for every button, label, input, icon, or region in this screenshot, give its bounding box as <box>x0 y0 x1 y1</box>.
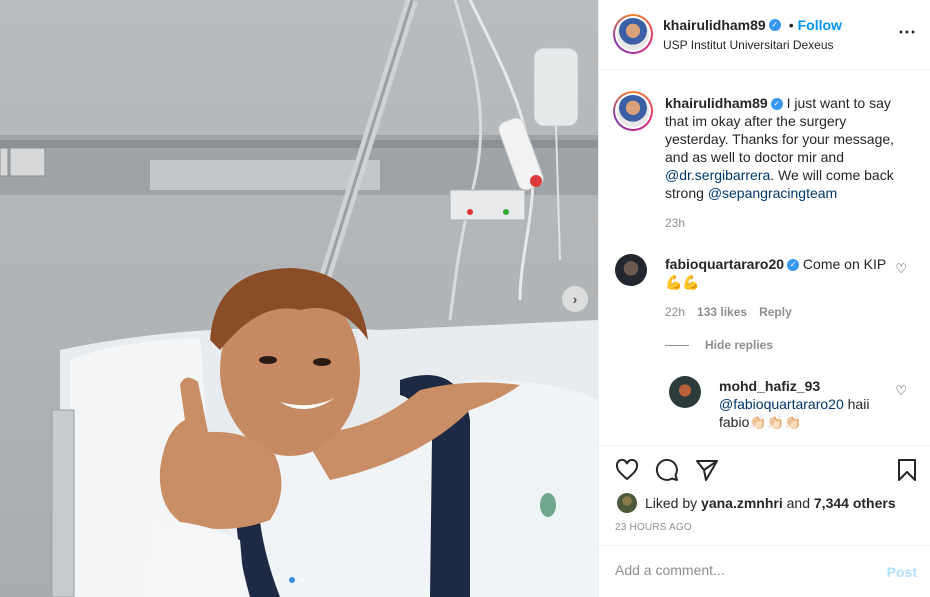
likes-others-link[interactable]: 7,344 others <box>814 495 896 511</box>
carousel-dot <box>299 577 305 583</box>
like-comment-icon[interactable]: ♡ <box>895 261 907 277</box>
likes-prefix: Liked by <box>645 495 702 511</box>
liker-username[interactable]: yana.zmnhri <box>701 495 783 511</box>
carousel-next-button[interactable]: › <box>562 286 588 312</box>
caption-username[interactable]: khairulidham89 <box>665 95 768 111</box>
comment-likes-count[interactable]: 133 likes <box>697 305 747 319</box>
commenter-avatar[interactable] <box>615 254 647 286</box>
mention-link[interactable]: @sepangracingteam <box>708 185 837 201</box>
comments-section: khairulidham89 ✓ I just want to say that … <box>599 71 930 445</box>
author-avatar[interactable] <box>613 14 653 54</box>
follow-button[interactable]: Follow <box>798 17 842 33</box>
verified-badge-icon: ✓ <box>787 259 800 272</box>
verified-badge-icon: ✓ <box>770 98 783 111</box>
comment-input[interactable] <box>615 562 855 578</box>
add-comment-bar: Post <box>599 545 930 597</box>
carousel-dot-active <box>289 577 295 583</box>
carousel-indicator <box>289 577 305 583</box>
reply-author-avatar[interactable] <box>669 376 701 408</box>
share-icon[interactable] <box>695 458 719 482</box>
heart-icon[interactable] <box>615 458 639 482</box>
comment-icon[interactable] <box>655 458 679 482</box>
post-actions: Liked by yana.zmnhri and 7,344 others 23… <box>599 445 930 545</box>
caption-timestamp[interactable]: 23h <box>665 216 685 230</box>
post-header: khairulidham89 ✓ • Follow USP Institut U… <box>599 0 930 70</box>
chevron-right-icon: › <box>572 291 578 307</box>
caption-author-avatar[interactable] <box>613 91 653 131</box>
verified-badge-icon: ✓ <box>768 19 781 31</box>
post-comment-button[interactable]: Post <box>887 564 917 580</box>
likes-summary: Liked by yana.zmnhri and 7,344 others <box>617 493 896 513</box>
mention-link[interactable]: @fabioquartararo20 <box>719 396 844 412</box>
more-options-icon[interactable]: ⋯ <box>898 22 917 43</box>
like-reply-icon[interactable]: ♡ <box>895 383 907 399</box>
liker-avatar[interactable] <box>617 493 637 513</box>
bookmark-icon[interactable] <box>895 458 919 482</box>
comment-meta: 22h 133 likes Reply <box>665 305 792 319</box>
post-photo[interactable]: › <box>0 0 598 597</box>
post-sidebar: khairulidham89 ✓ • Follow USP Institut U… <box>598 0 930 597</box>
post-location[interactable]: USP Institut Universitari Dexeus <box>663 38 834 52</box>
reply-text: mohd_hafiz_93 @fabioquartararo20 haii fa… <box>719 377 889 431</box>
reply-button[interactable]: Reply <box>759 305 792 319</box>
divider-line <box>665 344 689 346</box>
caption-text: khairulidham89 ✓ I just want to say that … <box>665 94 901 202</box>
comment-timestamp[interactable]: 22h <box>665 305 685 319</box>
hide-replies-button[interactable]: Hide replies <box>665 338 773 352</box>
post-timestamp[interactable]: 23 HOURS AGO <box>615 522 692 533</box>
comment-text: fabioquartararo20 ✓ Come on KIP 💪💪 <box>665 255 889 291</box>
separator-dot: • <box>788 17 794 33</box>
mention-link[interactable]: @dr.sergibarrera <box>665 167 770 183</box>
author-username[interactable]: khairulidham89 <box>663 17 766 33</box>
hospital-photo-illustration <box>0 0 598 597</box>
commenter-username[interactable]: fabioquartararo20 <box>665 256 784 272</box>
reply-username[interactable]: mohd_hafiz_93 <box>719 378 820 394</box>
hide-replies-label: Hide replies <box>705 338 774 352</box>
likes-middle: and <box>782 495 814 511</box>
